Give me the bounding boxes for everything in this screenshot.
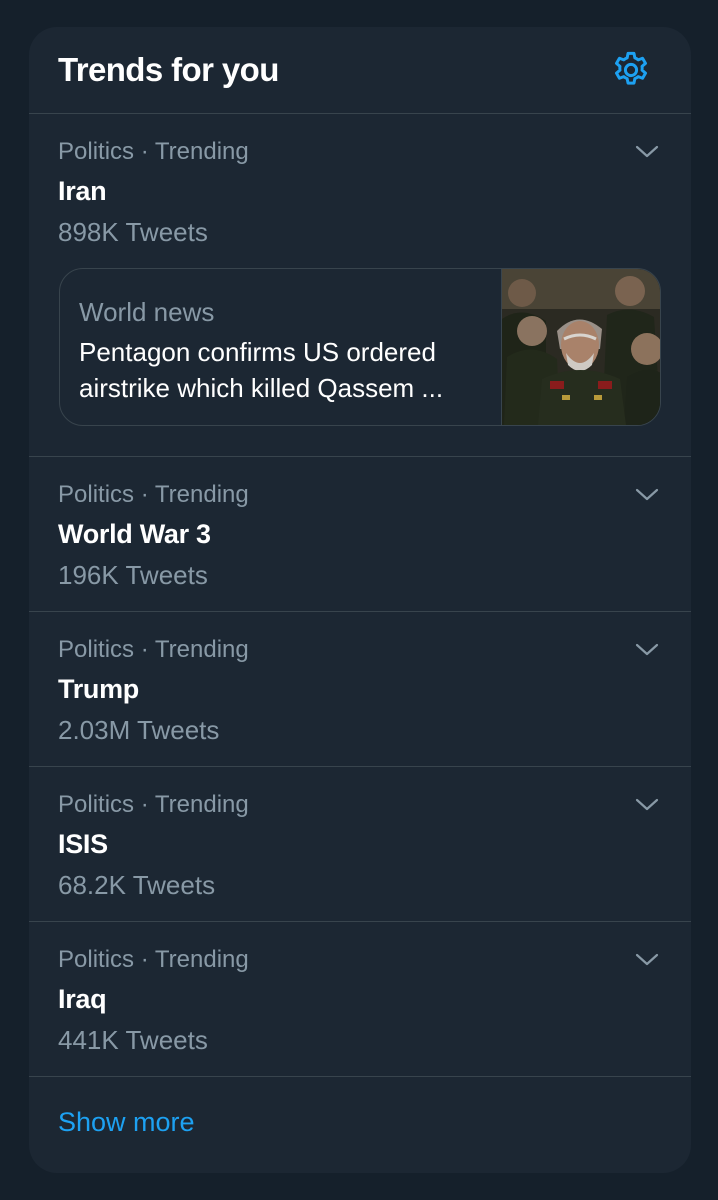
news-card[interactable]: World news Pentagon confirms US ordered … (59, 268, 661, 426)
trend-name: Iran (58, 176, 107, 206)
trend-category: Politics · Trending (58, 636, 249, 663)
news-source: World news (79, 297, 215, 327)
chevron-down-icon[interactable] (633, 485, 661, 505)
chevron-down-icon[interactable] (633, 950, 661, 970)
trend-tweet-count: 68.2K Tweets (58, 870, 216, 900)
trend-item-iraq[interactable]: Politics · Trending Iraq 441K Tweets (29, 922, 691, 1077)
trend-tweet-count: 898K Tweets (58, 217, 208, 247)
trends-card: Trends for you Politics · Trending Iran … (29, 27, 691, 1173)
trend-name: Iraq (58, 984, 107, 1014)
show-more-link[interactable]: Show more (58, 1107, 195, 1138)
page-title: Trends for you (58, 51, 279, 88)
trend-category: Politics · Trending (58, 946, 249, 973)
trend-tweet-count: 196K Tweets (58, 560, 208, 590)
trend-category: Politics · Trending (58, 791, 249, 818)
trend-tweet-count: 441K Tweets (58, 1025, 208, 1055)
gear-icon[interactable] (610, 49, 652, 91)
trend-category: Politics · Trending (58, 481, 249, 508)
news-photo (501, 269, 660, 425)
trend-tweet-count: 2.03M Tweets (58, 715, 220, 745)
chevron-down-icon[interactable] (633, 640, 661, 660)
trend-item-trump[interactable]: Politics · Trending Trump 2.03M Tweets (29, 612, 691, 767)
trend-item-iran[interactable]: Politics · Trending Iran 898K Tweets Wor… (29, 114, 691, 457)
trend-item-world-war-3[interactable]: Politics · Trending World War 3 196K Twe… (29, 457, 691, 612)
trend-name: Trump (58, 674, 140, 704)
trend-name: ISIS (58, 829, 108, 859)
news-headline: Pentagon confirms US ordered airstrike w… (79, 337, 444, 403)
chevron-down-icon[interactable] (633, 142, 661, 162)
trends-header: Trends for you (29, 27, 691, 114)
trend-item-isis[interactable]: Politics · Trending ISIS 68.2K Tweets (29, 767, 691, 922)
trend-name: World War 3 (58, 519, 211, 549)
trend-category: Politics · Trending (58, 138, 249, 165)
chevron-down-icon[interactable] (633, 795, 661, 815)
